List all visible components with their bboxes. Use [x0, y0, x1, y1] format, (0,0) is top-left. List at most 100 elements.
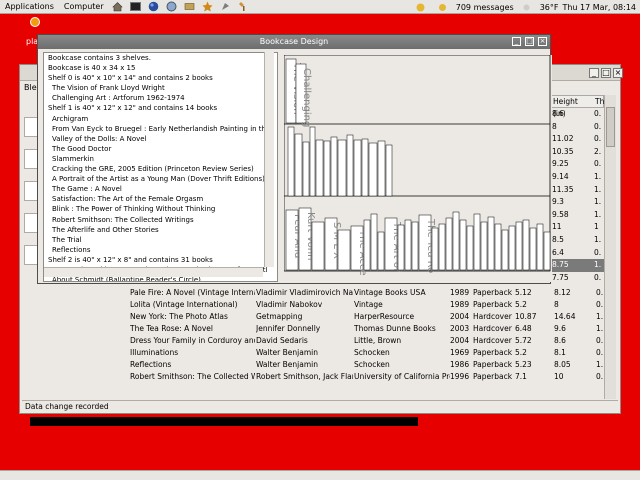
weather-icon — [521, 1, 533, 13]
table-cell: Lolita (Vintage International) — [130, 300, 238, 309]
desktop-icon[interactable] — [30, 17, 40, 27]
table-row[interactable]: The Tea Rose: A Novel Jennifer Donnelly Th… — [128, 323, 622, 335]
table-row[interactable]: Illuminations Walter Benjamin Schocken 1969… — [128, 347, 622, 359]
table-cell: 5.23 — [515, 360, 532, 369]
table-row[interactable]: 8.75 1. — [550, 259, 604, 272]
table-row[interactable]: Lolita (Vintage International) Vladimir N… — [128, 299, 622, 311]
book-spine — [346, 134, 354, 197]
text-line: Blink : The Power of Thinking Without Th… — [52, 205, 216, 214]
network-icon[interactable] — [166, 1, 178, 13]
table-cell: 6.48 — [515, 324, 532, 333]
table-cell: 0. — [594, 272, 602, 282]
table-row[interactable]: 9.14 1. — [550, 171, 604, 184]
table-cell: Thomas Dunne Books — [354, 324, 436, 333]
main-minimize-button[interactable]: _ — [589, 68, 599, 78]
book-spine — [315, 139, 324, 197]
table-cell: 5.12 — [515, 288, 532, 297]
table-cell: 1. — [596, 324, 604, 333]
table-cell: 1986 — [450, 360, 470, 369]
table-cell: 0. — [596, 348, 604, 357]
table-header[interactable]: Height (in) Th — [550, 95, 604, 118]
table-row[interactable]: Dress Your Family in Corduroy and D David… — [128, 335, 622, 347]
text-vertical-scrollbar[interactable] — [264, 52, 274, 267]
text-line: Archigram — [52, 114, 89, 123]
book-spine — [309, 126, 316, 197]
table-cell: 8.75 — [552, 260, 569, 270]
dialog-minimize-button[interactable]: _ — [512, 37, 521, 46]
book-spine — [330, 136, 338, 197]
table-row[interactable]: 8.6 0. — [550, 108, 604, 121]
table-row[interactable]: 10.35 2. — [550, 146, 604, 159]
main-close-button[interactable]: × — [613, 68, 623, 78]
table-row[interactable]: Pale Fire: A Novel (Vintage Internatic Vl… — [128, 287, 622, 299]
data-table-right: Height (in) Th 8.6 0. 8 0. 11.02 0. 10.35 2. 9.2… — [550, 95, 604, 284]
table-row[interactable]: 8 0. — [550, 121, 604, 134]
table-cell: Getmapping — [256, 312, 303, 321]
home-icon[interactable] — [112, 1, 124, 13]
game-icon[interactable] — [220, 1, 232, 13]
table-cell: 8 — [552, 121, 557, 131]
table-row[interactable]: 9.58 1. — [550, 209, 604, 222]
text-line: The Vision of Frank Lloyd Wright — [52, 84, 165, 93]
table-cell: 5.2 — [515, 348, 527, 357]
sun-icon[interactable] — [437, 1, 449, 13]
table-cell: Robert Smithson, Jack Flan — [256, 372, 353, 381]
text-line: Bookcase contains 3 shelves. — [48, 54, 151, 62]
table-row[interactable]: 6.4 0. — [550, 247, 604, 260]
table-row[interactable]: 9.25 0. — [550, 158, 604, 171]
table-cell: 1. — [594, 260, 602, 270]
text-line: The Trial — [52, 235, 82, 244]
weather-temperature[interactable]: 36°F — [540, 3, 559, 12]
table-row[interactable]: 11.02 0. — [550, 133, 604, 146]
table-row[interactable]: 11.35 1. — [550, 184, 604, 197]
table-cell: 1996 — [450, 372, 470, 381]
table-cell: The Tea Rose: A Novel — [130, 324, 213, 333]
book-spine — [452, 211, 460, 271]
table-cell: Vladimir Nabokov — [256, 300, 323, 309]
table-row[interactable]: 11 1 — [550, 221, 604, 234]
tool-icon[interactable] — [238, 1, 250, 13]
dialog-maximize-button[interactable]: □ — [525, 37, 534, 46]
table-row[interactable]: Robert Smithson: The Collected Wri Robert… — [128, 371, 622, 383]
mail-icon[interactable] — [184, 1, 196, 13]
bottom-panel — [0, 470, 640, 480]
text-line: Bookcase is 40 x 34 x 15 — [48, 64, 136, 73]
table-cell: Hardcover — [473, 312, 512, 321]
table-cell: 11.02 — [552, 134, 574, 144]
computer-menu[interactable]: Computer — [59, 2, 109, 11]
bookcase-drawing: The VisionChallengingFear AndKurt VonnS … — [283, 54, 552, 282]
dialog-close-button[interactable]: × — [538, 37, 547, 46]
table-row[interactable]: 7.75 0. — [550, 272, 604, 285]
applications-menu[interactable]: Applications — [0, 2, 59, 11]
book-spine — [361, 138, 369, 197]
table-row[interactable]: Reflections Walter Benjamin Schocken 1986 Pa… — [128, 359, 622, 371]
notify-icon[interactable] — [415, 1, 427, 13]
terminal-icon[interactable] — [130, 1, 142, 13]
text-line: Satisfaction: The Art of the Female Orga… — [52, 195, 204, 204]
table-row[interactable]: New York: The Photo Atlas Getmapping Harpe… — [128, 311, 622, 323]
main-tab[interactable]: Ble — [24, 83, 37, 92]
text-line: From Van Eyck to Bruegel : Early Netherl… — [52, 124, 271, 133]
table-cell: Paperback — [473, 300, 513, 309]
bookcase-text-area[interactable]: Bookcase contains 3 shelves. Bookcase is … — [43, 52, 278, 282]
messages-count[interactable]: 709 messages — [456, 3, 514, 12]
text-line: Reflections — [52, 245, 91, 254]
table-cell: Paperback — [473, 360, 513, 369]
table-cell: Hardcover — [473, 324, 512, 333]
dialog-title[interactable]: Bookcase Design — [38, 35, 550, 49]
table-row[interactable]: 9.3 1. — [550, 196, 604, 209]
table-cell: 1 — [594, 222, 599, 232]
clock[interactable]: Thu 17 Mar, 08:14 — [562, 3, 636, 12]
book-spine — [411, 221, 419, 271]
browser-icon[interactable] — [148, 1, 160, 13]
star-icon[interactable] — [202, 1, 214, 13]
text-line: The Afterlife and Other Stories — [52, 225, 159, 234]
table-cell: Vintage — [354, 300, 383, 309]
book-spine — [353, 139, 362, 197]
text-horizontal-scrollbar[interactable] — [44, 267, 263, 277]
book-spine — [311, 221, 325, 271]
scrollbar-thumb[interactable] — [606, 107, 615, 147]
main-maximize-button[interactable]: □ — [601, 68, 611, 78]
table-cell: HarperResource — [354, 312, 415, 321]
table-row[interactable]: 8.5 1. — [550, 234, 604, 247]
